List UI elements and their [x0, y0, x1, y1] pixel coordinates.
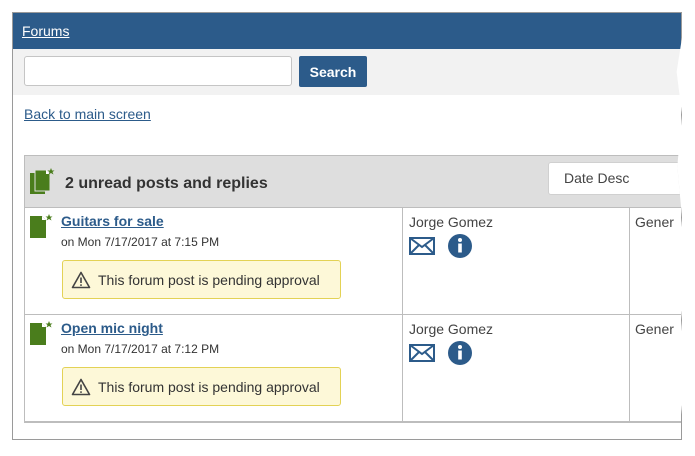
search-button[interactable]: Search: [299, 56, 367, 87]
warning-icon: [71, 378, 91, 401]
sort-select[interactable]: Date Desc: [548, 162, 681, 195]
search-bar: Search: [13, 49, 681, 95]
post-date: on Mon 7/17/2017 at 7:12 PM: [61, 342, 220, 356]
post-category-cell: Gener: [630, 208, 681, 314]
mail-icon[interactable]: [409, 237, 435, 260]
mail-icon[interactable]: [409, 344, 435, 367]
post-author-cell: Jorge Gomez: [403, 315, 630, 421]
pending-approval-notice: This forum post is pending approval: [62, 367, 341, 406]
app-window: Forums Search Back to main screen 2 unre…: [12, 12, 682, 440]
post-category-cell: Gener: [630, 315, 681, 421]
list-item: Open mic night on Mon 7/17/2017 at 7:12 …: [25, 315, 681, 422]
post-date: on Mon 7/17/2017 at 7:15 PM: [61, 235, 220, 249]
post-author: Jorge Gomez: [409, 214, 494, 230]
info-icon[interactable]: [448, 341, 472, 370]
new-post-icon: [29, 214, 53, 245]
forum-posts-icon: [29, 168, 55, 201]
post-title-link[interactable]: Guitars for sale: [61, 213, 164, 229]
post-category: Gener: [635, 321, 674, 337]
posts-list: 2 unread posts and replies Date Desc Gui…: [24, 155, 681, 423]
list-item: Guitars for sale on Mon 7/17/2017 at 7:1…: [25, 208, 681, 315]
pending-approval-notice: This forum post is pending approval: [62, 260, 341, 299]
breadcrumb-forums-link[interactable]: Forums: [22, 23, 69, 39]
post-author-cell: Jorge Gomez: [403, 208, 630, 314]
search-input[interactable]: [24, 56, 292, 86]
pending-approval-text: This forum post is pending approval: [98, 272, 320, 288]
post-summary-cell: Open mic night on Mon 7/17/2017 at 7:12 …: [25, 315, 403, 421]
posts-list-header: 2 unread posts and replies Date Desc: [25, 156, 681, 208]
top-bar: Forums: [13, 13, 681, 49]
post-category: Gener: [635, 214, 674, 230]
back-to-main-link[interactable]: Back to main screen: [24, 106, 151, 122]
post-author: Jorge Gomez: [409, 321, 494, 337]
posts-list-title: 2 unread posts and replies: [65, 175, 268, 192]
post-title-link[interactable]: Open mic night: [61, 320, 163, 336]
new-post-icon: [29, 321, 53, 352]
info-icon[interactable]: [448, 234, 472, 263]
post-summary-cell: Guitars for sale on Mon 7/17/2017 at 7:1…: [25, 208, 403, 314]
pending-approval-text: This forum post is pending approval: [98, 379, 320, 395]
warning-icon: [71, 271, 91, 294]
